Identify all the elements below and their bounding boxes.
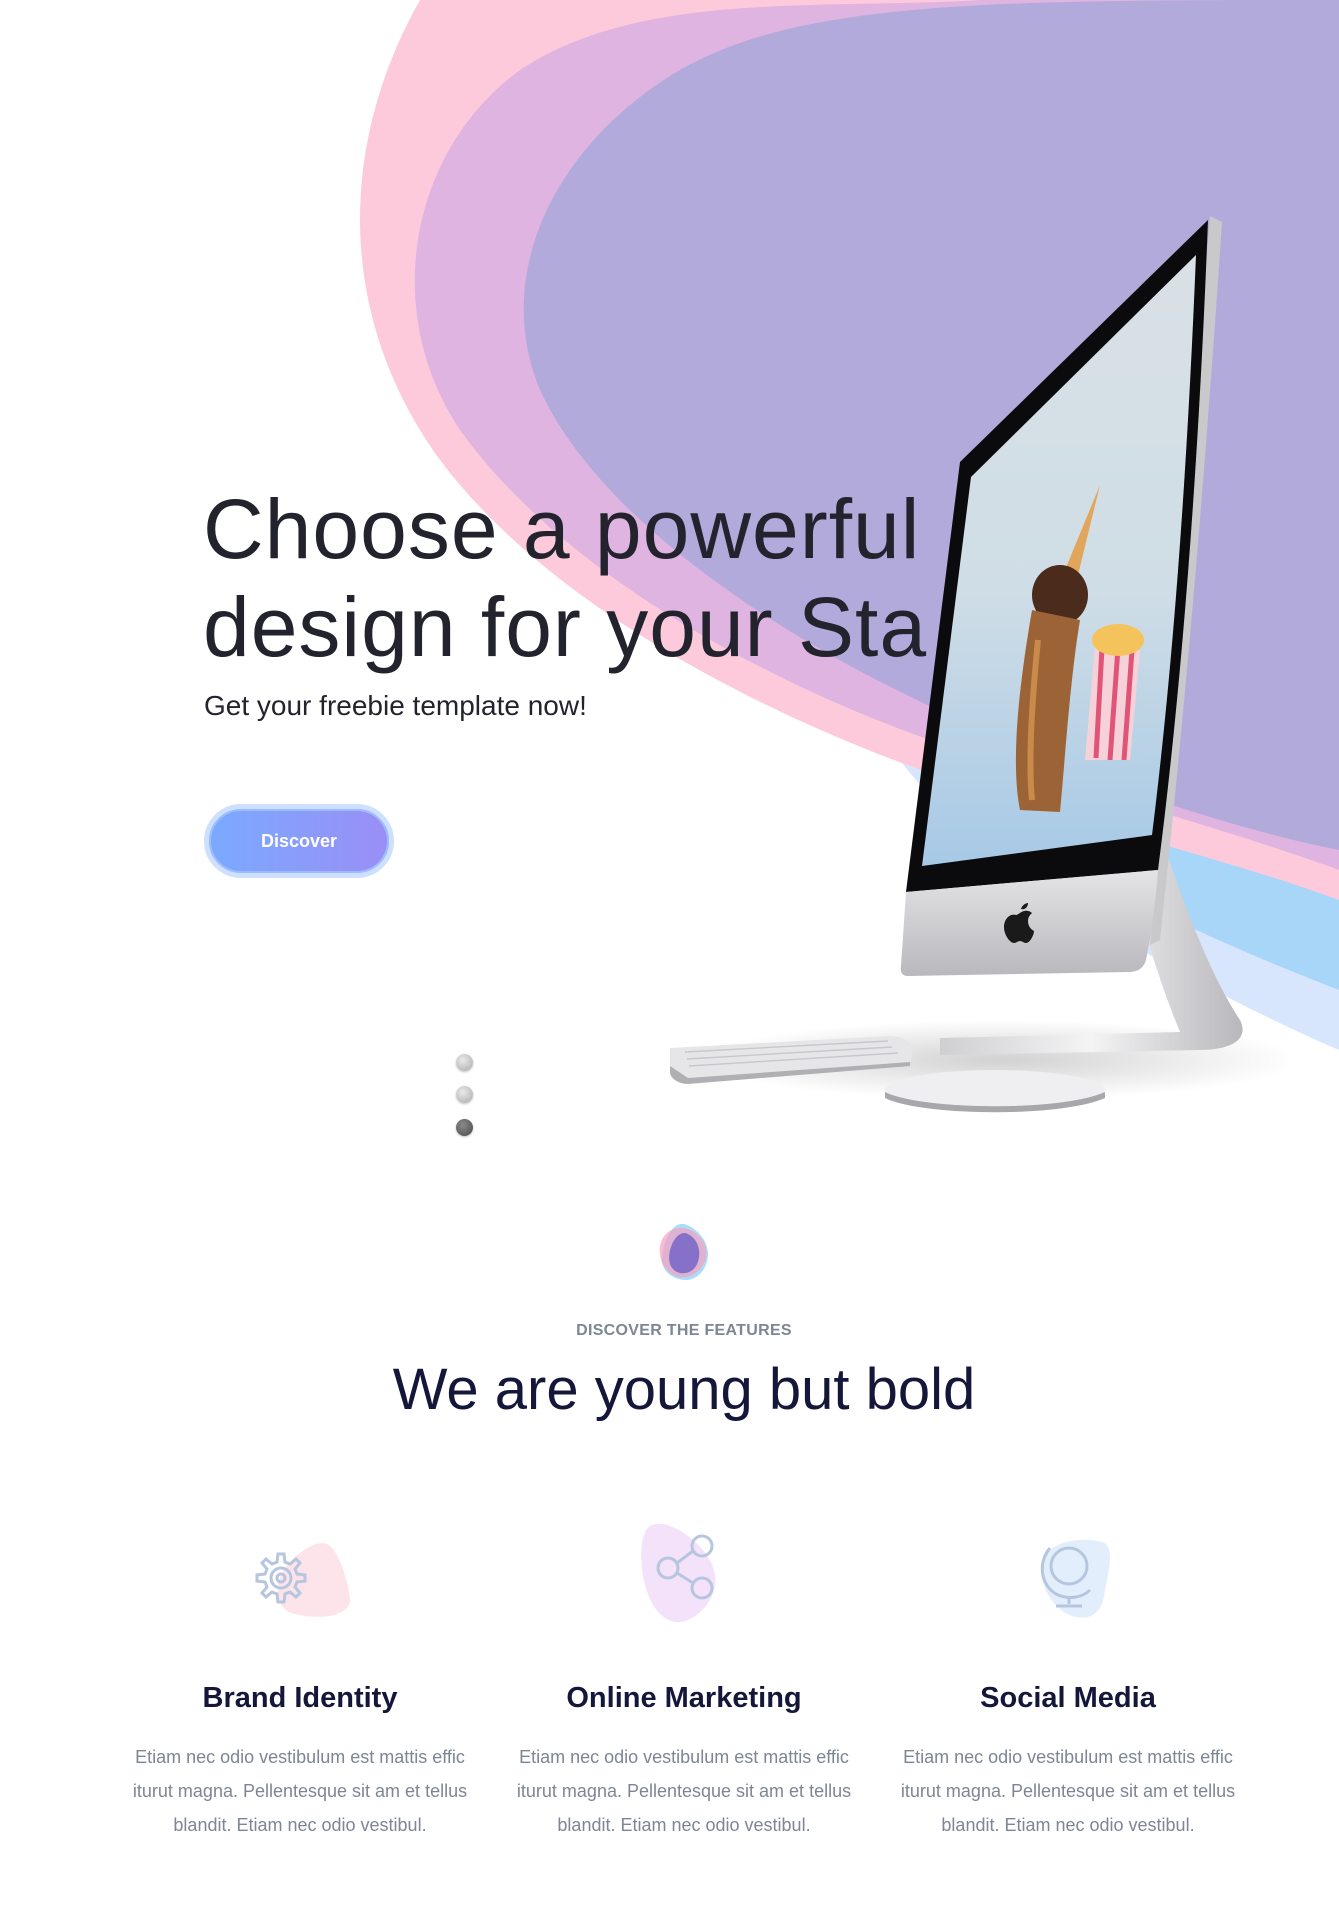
feature-description: Etiam nec odio vestibulum est mattis eff… [516,1747,852,1835]
landing-page: Choose a powerful design for your Sta Ge… [0,0,1339,1912]
feature-title: Brand Identity [202,1682,398,1714]
slider-dot-2[interactable] [456,1086,473,1103]
features-blob-logo [659,1223,708,1280]
feature-title: Social Media [980,1682,1156,1714]
hero-section: Choose a powerful design for your Sta Ge… [0,0,1339,1170]
feature-card-online-marketing: Online Marketing Etiam nec odio vestibul… [504,1512,864,1892]
feature-card-social-media: Social Media Etiam nec odio vestibulum e… [888,1512,1248,1892]
hero-subtitle: Get your freebie template now! [204,690,587,721]
imac-computer-image [670,216,1290,1113]
share-icon [641,1523,716,1623]
slider-dot-1[interactable] [456,1054,473,1071]
globe-icon [1040,1539,1110,1618]
feature-icon-container [230,1512,370,1632]
features-eyebrow: DISCOVER THE FEATURES [576,1322,792,1339]
feature-icon-container [998,1512,1138,1632]
slider-dot-3-active[interactable] [456,1119,473,1136]
features-heading: We are young but bold [392,1357,976,1422]
feature-card-brand-identity: Brand Identity Etiam nec odio vestibulum… [120,1512,480,1892]
feature-title: Online Marketing [566,1682,802,1714]
discover-button[interactable]: Discover [204,804,394,878]
gear-icon [255,1543,351,1617]
hero-slider-pagination [456,1054,476,1144]
feature-description: Etiam nec odio vestibulum est mattis eff… [900,1747,1236,1835]
feature-icon-container [614,1512,754,1632]
feature-description: Etiam nec odio vestibulum est mattis eff… [132,1747,468,1835]
